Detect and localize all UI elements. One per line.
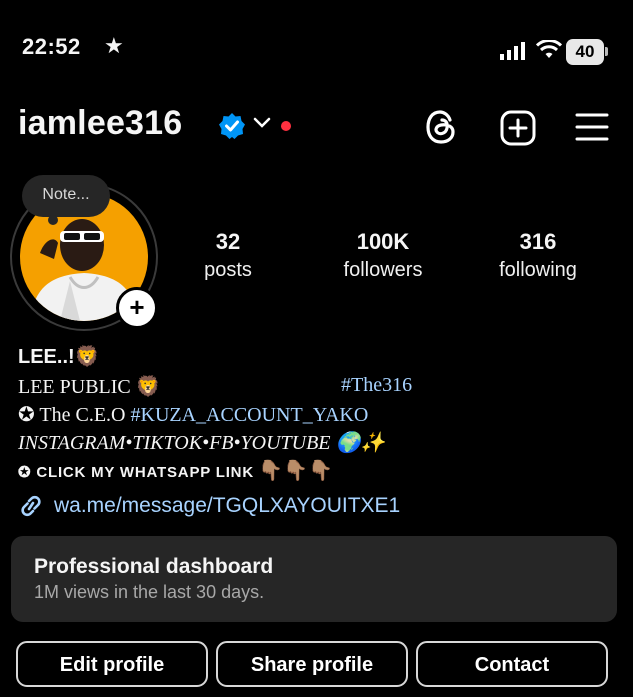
chevron-down-icon[interactable] — [253, 117, 271, 129]
share-profile-button[interactable]: Share profile — [216, 641, 408, 687]
stat-posts[interactable]: 32 posts — [158, 229, 298, 282]
bio-line-4-text: CLICK MY WHATSAPP LINK — [36, 464, 254, 481]
note-bubble-tail — [48, 215, 58, 225]
threads-icon[interactable] — [424, 108, 460, 146]
bio-line-4-prefix: ✪ — [18, 464, 37, 481]
stat-posts-label: posts — [204, 259, 252, 281]
bio-line-2: ✪ The C.E.O #KUZA_ACCOUNT_YAKO — [18, 402, 368, 427]
professional-dashboard[interactable] — [11, 536, 617, 622]
hashtag-the316[interactable]: #The316 — [341, 374, 412, 397]
profile-username[interactable]: iamlee316 — [18, 104, 182, 143]
dashboard-title: Professional dashboard — [34, 555, 274, 578]
add-story-button[interactable]: + — [116, 287, 158, 329]
stat-following[interactable]: 316 following — [468, 229, 608, 282]
bio-line-4-emoji: 👇🏽👇🏽👇🏽 — [258, 460, 334, 482]
hashtag-kuza-account-yako[interactable]: #KUZA_ACCOUNT_YAKO — [131, 404, 369, 426]
cellular-signal-icon — [500, 42, 525, 60]
verified-badge-icon — [219, 113, 245, 139]
profile-display-name: LEE..!🦁 — [18, 346, 100, 368]
hamburger-menu-icon[interactable] — [575, 112, 609, 142]
dashboard-subtitle: 1M views in the last 30 days. — [34, 582, 265, 602]
bio-line-1: LEE PUBLIC 🦁 — [18, 374, 161, 399]
star-icon: ★ — [104, 33, 124, 58]
stat-posts-count: 32 — [215, 229, 241, 254]
wifi-icon — [536, 40, 562, 58]
stat-followers-count: 100K — [356, 229, 410, 254]
battery-indicator: 40 — [566, 39, 604, 65]
stat-following-count: 316 — [519, 229, 557, 254]
contact-button[interactable]: Contact — [416, 641, 608, 687]
bio-external-link[interactable]: wa.me/message/TGQLXAYOUITXE1 — [54, 494, 400, 518]
edit-profile-button[interactable]: Edit profile — [16, 641, 208, 687]
battery-tip — [605, 47, 608, 56]
create-post-icon[interactable] — [500, 110, 536, 146]
link-icon — [21, 495, 41, 517]
status-time: 22:52 — [22, 34, 81, 59]
stat-followers[interactable]: 100K followers — [313, 229, 453, 282]
notification-dot — [281, 121, 291, 131]
bio-line-3: INSTAGRAM•TIKTOK•FB•YOUTUBE 🌍✨ — [18, 432, 386, 454]
stat-followers-label: followers — [343, 259, 423, 281]
stat-following-label: following — [499, 259, 577, 281]
bio-line-2-prefix: ✪ The C.E.O — [18, 404, 131, 426]
bio-line-4: ✪ CLICK MY WHATSAPP LINK 👇🏽👇🏽👇🏽 — [18, 458, 333, 483]
note-bubble[interactable]: Note... — [22, 175, 110, 217]
bio-line-1-text: LEE PUBLIC 🦁 — [18, 376, 161, 398]
